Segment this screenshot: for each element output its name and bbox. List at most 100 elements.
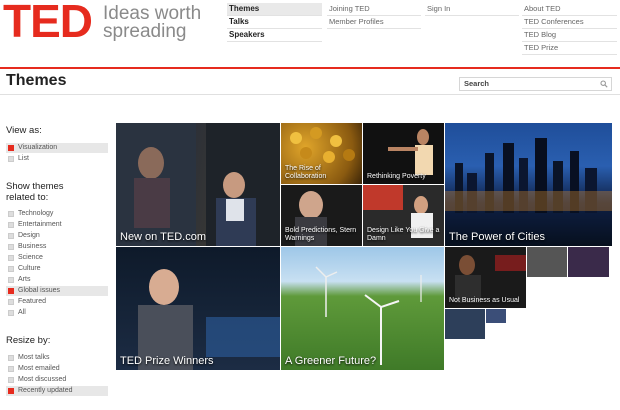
speaker-photo [138,269,280,370]
tile-rethinking-poverty[interactable]: Rethinking Poverty [363,123,444,184]
nav-column-3: Sign In [425,3,519,16]
checkbox-icon [8,156,14,162]
tile-new-on-ted[interactable]: New on TED.com [116,123,280,246]
option-label: List [18,155,29,162]
resize-most-emailed[interactable]: Most emailed [6,364,108,374]
nav-ted-prize[interactable]: TED Prize [522,42,617,55]
checkbox-icon [8,377,14,383]
themes-visualization: New on TED.com The Rise of Collaboration… [116,123,612,370]
logo-wordmark: TED [3,0,93,47]
nav-themes[interactable]: Themes [227,3,322,16]
wind-farm-photo [315,266,422,365]
nav-ted-blog[interactable]: TED Blog [522,29,617,42]
tile-small-1[interactable] [527,247,567,277]
tile-label: A Greener Future? [285,355,377,367]
tile-rise-of-collaboration[interactable]: The Rise of Collaboration [281,123,362,184]
option-label: Technology [18,210,54,217]
theme-design[interactable]: Design [6,231,108,241]
tile-small-4[interactable] [486,309,506,323]
tile-label: Rethinking Poverty [367,173,426,180]
tile-label: The Power of Cities [449,231,545,243]
search-icon[interactable] [600,80,608,88]
view-visualization-option[interactable]: Visualization [6,143,108,153]
checkbox-icon [8,233,14,239]
option-label: Most emailed [18,365,60,372]
theme-all[interactable]: All [6,308,108,318]
option-label: Science [18,254,43,261]
option-label: Global issues [18,287,61,294]
skyline-photo [445,138,612,213]
checkbox-icon [8,277,14,283]
theme-featured[interactable]: Featured [6,297,108,307]
tile-label: Not Business as Usual [449,297,520,304]
nav-column-4: About TED TED Conferences TED Blog TED P… [522,3,617,55]
checkbox-icon [8,222,14,228]
option-label: Featured [18,298,47,305]
tile-power-of-cities[interactable]: The Power of Cities [445,123,612,246]
tile-bold-predictions[interactable]: Bold Predictions, Stern Warnings [281,185,362,246]
header-divider [0,67,620,69]
nav-member-profiles[interactable]: Member Profiles [327,16,421,29]
nav-sign-in[interactable]: Sign In [425,3,519,16]
tile-greener-future[interactable]: A Greener Future? [281,247,444,370]
checkbox-icon [8,244,14,250]
search-placeholder: Search [464,79,490,88]
tagline-line-2: spreading [103,21,187,42]
logo-tagline: Ideas worth spreading [103,4,201,42]
themes-heading-line-1: Show themes [6,181,64,192]
checkbox-icon [8,145,14,151]
tile-design-like-you-give-a-damn[interactable]: Design Like You Give a Damn [363,185,444,246]
theme-global-issues[interactable]: Global issues [6,286,108,296]
nav-talks[interactable]: Talks [227,16,322,29]
checkbox-icon [8,255,14,261]
main-nav: Themes Talks Speakers [227,3,322,42]
theme-arts[interactable]: Arts [6,275,108,285]
page-title: Themes [6,72,67,89]
tile-small-3[interactable] [445,309,485,339]
view-list-option[interactable]: List [6,154,108,164]
checkbox-icon [8,211,14,217]
theme-technology[interactable]: Technology [6,209,108,219]
view-as-heading: View as: [6,125,42,136]
tile-small-2[interactable] [568,247,609,277]
option-label: Entertainment [18,221,62,228]
checkbox-icon [8,266,14,272]
checkbox-icon [8,288,14,294]
tile-label: TED Prize Winners [120,355,214,367]
search-input[interactable]: Search [459,77,612,91]
tile-label: The Rise of Collaboration [285,165,327,180]
nav-joining-ted[interactable]: Joining TED [327,3,421,16]
option-label: Visualization [18,144,58,151]
resize-most-discussed[interactable]: Most discussed [6,375,108,385]
theme-culture[interactable]: Culture [6,264,108,274]
option-label: Recently updated [18,387,73,394]
nav-column-2: Joining TED Member Profiles [327,3,421,29]
theme-business[interactable]: Business [6,242,108,252]
option-label: Design [18,232,40,239]
nav-ted-conferences[interactable]: TED Conferences [522,16,617,29]
themes-heading-line-2: related to: [6,192,49,203]
theme-science[interactable]: Science [6,253,108,263]
option-label: Arts [18,276,31,283]
tile-ted-prize-winners[interactable]: TED Prize Winners [116,247,280,370]
tile-label: Design Like You Give a Damn [367,227,440,242]
nav-speakers[interactable]: Speakers [227,29,322,42]
option-label: All [18,309,26,316]
title-divider [0,94,620,95]
option-label: Business [18,243,47,250]
nav-about-ted[interactable]: About TED [522,3,617,16]
checkbox-icon [8,310,14,316]
resize-recently-updated[interactable]: Recently updated [6,386,108,396]
theme-entertainment[interactable]: Entertainment [6,220,108,230]
option-label: Most talks [18,354,50,361]
checkbox-icon [8,355,14,361]
tile-label: New on TED.com [120,231,206,243]
checkbox-icon [8,299,14,305]
tile-not-business-as-usual[interactable]: Not Business as Usual [445,247,526,308]
resize-most-talks[interactable]: Most talks [6,353,108,363]
option-label: Most discussed [18,376,67,383]
themes-heading: Show themes related to: [6,181,64,203]
ted-logo[interactable]: TED Ideas worth spreading [3,0,223,47]
checkbox-icon [8,366,14,372]
resize-heading: Resize by: [6,335,51,346]
